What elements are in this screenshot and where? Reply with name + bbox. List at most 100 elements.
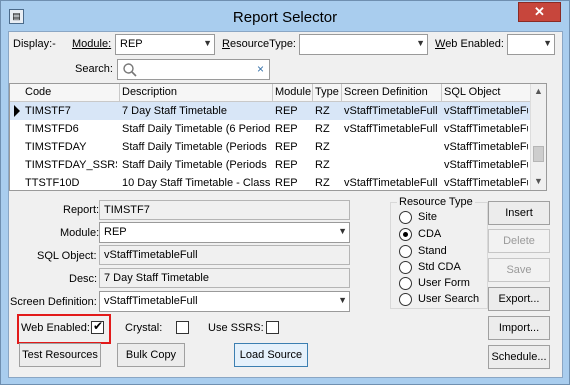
sql-object-label: SQL Object: (37, 250, 97, 262)
cell-description: Staff Daily Timetable (Periods 0- (122, 159, 270, 171)
close-button[interactable]: ✕ (518, 2, 561, 22)
web-enabled-checkbox[interactable]: ✔ (91, 319, 104, 334)
module-filter-select[interactable]: REP ▼ (115, 34, 215, 55)
table-row[interactable]: TTSTF10D 10 Day Staff Timetable - Class … (10, 174, 546, 190)
cell-sql-object: vStaffTimetableFull (444, 177, 528, 189)
cell-module: REP (275, 105, 298, 117)
radio-site[interactable] (399, 211, 412, 224)
resource-type-title: Resource Type (397, 196, 475, 208)
chevron-down-icon: ▼ (203, 38, 212, 48)
crystal-label: Crystal: (125, 322, 163, 334)
cell-code: TIMSTFDAY (25, 141, 87, 153)
column-header-code[interactable]: Code (25, 86, 51, 98)
table-row[interactable]: TIMSTFD6 Staff Daily Timetable (6 Period… (10, 120, 546, 138)
use-ssrs-label: Use SSRS: (208, 322, 264, 334)
radio-std-cda[interactable] (399, 261, 412, 274)
report-field[interactable]: TIMSTF7 (99, 200, 350, 220)
screen-definition-label: Screen Definition: (10, 296, 97, 308)
web-enabled-label: Web Enabled: (21, 322, 90, 334)
cell-sql-object: vStaffTimetableFull (444, 159, 528, 171)
search-icon (123, 63, 137, 77)
checkmark-icon: ✔ (93, 319, 104, 333)
current-row-pointer-icon (14, 105, 20, 117)
column-header-description[interactable]: Description (122, 86, 177, 98)
scroll-up-icon[interactable]: ▲ (534, 86, 543, 96)
export-button[interactable]: Export... (488, 287, 550, 311)
cell-sql-object: vStaffTimetableFull (444, 123, 528, 135)
radio-site-label: Site (418, 211, 437, 223)
cell-description: 10 Day Staff Timetable - Class D (122, 177, 270, 189)
scroll-down-icon[interactable]: ▼ (534, 176, 543, 186)
module-filter-value: REP (120, 38, 143, 50)
screen-definition-select[interactable]: vStaffTimetableFull ▼ (99, 291, 350, 312)
table-row[interactable]: TIMSTFDAY Staff Daily Timetable (Periods… (10, 138, 546, 156)
cell-description: Staff Daily Timetable (Periods 0- (122, 141, 270, 153)
column-header-sql-object[interactable]: SQL Object (444, 86, 500, 98)
radio-cda-label: CDA (418, 228, 442, 240)
desc-field[interactable]: 7 Day Staff Timetable (99, 268, 350, 288)
cell-screen-definition: vStaffTimetableFull (344, 105, 438, 117)
column-header-screen-definition[interactable]: Screen Definition (344, 86, 428, 98)
title-bar[interactable]: ▤ Report Selector ✕ (1, 1, 569, 31)
resource-type-filter-label: ResourceType: (222, 38, 296, 50)
schedule-button[interactable]: Schedule... (488, 345, 550, 369)
bulk-copy-button[interactable]: Bulk Copy (117, 343, 185, 367)
load-source-button[interactable]: Load Source (234, 343, 308, 367)
search-label: Search: (75, 63, 113, 75)
import-button[interactable]: Import... (488, 316, 550, 340)
cell-screen-definition: vStaffTimetableFull (344, 123, 438, 135)
chevron-down-icon: ▼ (416, 38, 425, 48)
radio-stand[interactable] (399, 245, 412, 258)
cell-code: TIMSTF7 (25, 105, 71, 117)
web-enabled-filter-select[interactable]: ▼ (507, 34, 555, 55)
column-header-module[interactable]: Module (275, 86, 311, 98)
cell-module: REP (275, 159, 298, 171)
resource-type-filter-select[interactable]: ▼ (299, 34, 428, 55)
module-value: REP (104, 226, 127, 238)
insert-button[interactable]: Insert (488, 201, 550, 225)
radio-user-search[interactable] (399, 293, 412, 306)
module-filter-label: Module: (72, 38, 112, 50)
search-input[interactable]: × (117, 59, 270, 80)
report-grid[interactable]: Code Description Module Type Screen Defi… (9, 83, 547, 191)
radio-std-cda-label: Std CDA (418, 261, 461, 273)
cell-description: 7 Day Staff Timetable (122, 105, 227, 117)
cell-module: REP (275, 141, 298, 153)
radio-user-form-label: User Form (418, 277, 470, 289)
cell-code: TTSTF10D (25, 177, 80, 189)
screen-definition-value: vStaffTimetableFull (104, 295, 198, 307)
clear-search-icon[interactable]: × (257, 62, 264, 76)
cell-description: Staff Daily Timetable (6 Period) (122, 123, 270, 135)
table-row[interactable]: TIMSTFDAY_SSRS Staff Daily Timetable (Pe… (10, 156, 546, 174)
save-button[interactable]: Save (488, 258, 550, 282)
module-select[interactable]: REP ▼ (99, 222, 350, 243)
cell-sql-object: vStaffTimetableFull (444, 141, 528, 153)
report-label: Report: (63, 204, 100, 216)
cell-type: RZ (315, 105, 330, 117)
cell-screen-definition: vStaffTimetableFull (344, 177, 438, 189)
cell-type: RZ (315, 159, 330, 171)
web-enabled-filter-label: Web Enabled: (435, 38, 504, 50)
radio-user-form[interactable] (399, 277, 412, 290)
client-area: Display:- Module: REP ▼ ResourceType: ▼ … (8, 31, 563, 378)
chevron-down-icon: ▼ (338, 295, 347, 305)
test-resources-button[interactable]: Test Resources (19, 343, 101, 367)
scrollbar-thumb[interactable] (533, 146, 544, 162)
module-label: Module: (60, 227, 100, 239)
window-title: Report Selector (232, 9, 338, 26)
report-selector-window: ▤ Report Selector ✕ Display:- Module: RE… (0, 0, 570, 385)
grid-header: Code Description Module Type Screen Defi… (10, 84, 546, 102)
table-row[interactable]: TIMSTF7 7 Day Staff Timetable REP RZ vSt… (10, 102, 546, 120)
column-header-type[interactable]: Type (315, 86, 339, 98)
delete-button[interactable]: Delete (488, 229, 550, 253)
sql-object-field[interactable]: vStaffTimetableFull (99, 245, 350, 265)
grid-vertical-scrollbar[interactable]: ▲ ▼ (530, 84, 546, 190)
use-ssrs-checkbox[interactable] (266, 321, 279, 334)
radio-user-search-label: User Search (418, 293, 480, 305)
crystal-checkbox[interactable] (176, 321, 189, 334)
chevron-down-icon: ▼ (338, 226, 347, 236)
cell-code: TIMSTFD6 (25, 123, 79, 135)
display-label: Display:- (13, 38, 56, 50)
radio-cda[interactable] (399, 228, 412, 241)
cell-type: RZ (315, 177, 330, 189)
